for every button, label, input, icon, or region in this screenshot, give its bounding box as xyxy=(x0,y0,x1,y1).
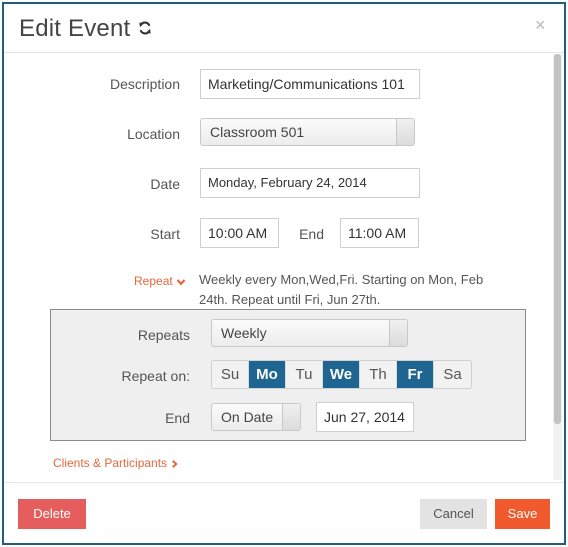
day-toggle-fr[interactable]: Fr xyxy=(397,361,434,388)
delete-button[interactable]: Delete xyxy=(18,499,86,529)
chevron-right-icon xyxy=(172,459,179,468)
end-time-input[interactable]: 11:00 AM xyxy=(340,218,419,248)
day-toggle-sa[interactable]: Sa xyxy=(434,361,471,388)
dialog-header: Edit Event × xyxy=(4,4,564,53)
date-label: Date xyxy=(150,176,180,192)
location-select[interactable]: Classroom 501 xyxy=(200,118,415,146)
end-time-label: End xyxy=(299,226,324,242)
scrollbar-thumb[interactable] xyxy=(554,54,561,424)
clients-participants-link[interactable]: Clients & Participants xyxy=(53,456,179,470)
repeat-end-label: End xyxy=(165,410,190,426)
day-toggle-mo[interactable]: Mo xyxy=(249,361,286,388)
repeats-select[interactable]: Weekly xyxy=(211,319,408,347)
day-toggle-su[interactable]: Su xyxy=(212,361,249,388)
date-input[interactable]: Monday, February 24, 2014 xyxy=(200,168,420,198)
dialog-title: Edit Event xyxy=(19,15,131,42)
repeat-on-label: Repeat on: xyxy=(121,368,191,384)
start-label: Start xyxy=(150,226,180,242)
dropdown-arrow-icon xyxy=(396,119,414,145)
repeat-link-label: Repeat xyxy=(134,274,173,288)
location-select-value: Classroom 501 xyxy=(210,124,305,140)
description-label: Description xyxy=(109,76,180,92)
end-mode-select-value: On Date xyxy=(221,409,274,425)
save-button[interactable]: Save xyxy=(495,499,550,529)
repeat-day-selector: Su Mo Tu We Th Fr Sa xyxy=(211,360,472,389)
repeats-label: Repeats xyxy=(137,327,190,343)
dialog-footer: Delete Cancel Save xyxy=(4,482,564,543)
edit-event-dialog: Edit Event × Description Marketing/Commu… xyxy=(2,2,566,545)
day-toggle-tu[interactable]: Tu xyxy=(286,361,323,388)
end-mode-select[interactable]: On Date xyxy=(211,403,301,431)
start-time-input[interactable]: 10:00 AM xyxy=(200,218,279,248)
close-icon[interactable]: × xyxy=(535,15,546,36)
dropdown-arrow-icon xyxy=(389,320,407,346)
repeat-toggle-link[interactable]: Repeat xyxy=(134,274,186,288)
repeats-select-value: Weekly xyxy=(221,325,267,341)
repeat-summary-text: Weekly every Mon,Wed,Fri. Starting on Mo… xyxy=(199,272,484,307)
description-input[interactable]: Marketing/Communications 101 xyxy=(200,69,420,99)
clients-link-label: Clients & Participants xyxy=(53,456,168,470)
day-toggle-th[interactable]: Th xyxy=(360,361,397,388)
location-label: Location xyxy=(127,126,180,142)
end-date-input[interactable]: Jun 27, 2014 xyxy=(316,402,414,432)
dropdown-arrow-icon xyxy=(282,404,300,430)
refresh-icon[interactable] xyxy=(138,21,152,35)
day-toggle-we[interactable]: We xyxy=(323,361,360,388)
chevron-down-icon xyxy=(176,279,186,286)
cancel-button[interactable]: Cancel xyxy=(420,499,487,529)
